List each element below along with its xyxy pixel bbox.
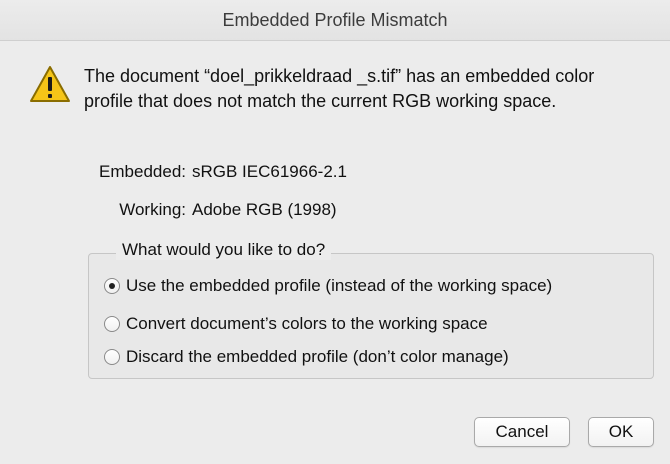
option-convert-colors-label: Convert document’s colors to the working… bbox=[126, 314, 488, 333]
mismatch-message: The document “doel_prikkeldraad _s.tif” … bbox=[84, 66, 595, 111]
option-discard-profile[interactable]: Discard the embedded profile (don’t colo… bbox=[104, 345, 509, 369]
ok-button[interactable]: OK bbox=[588, 417, 654, 447]
options-legend: What would you like to do? bbox=[116, 240, 332, 260]
embedded-value: sRGB IEC61966-2.1 bbox=[192, 162, 347, 181]
embedded-profile-mismatch-dialog: Embedded Profile Mismatch The document “… bbox=[0, 0, 670, 464]
radio-convert-colors[interactable] bbox=[104, 316, 120, 332]
dialog-title: Embedded Profile Mismatch bbox=[0, 0, 670, 41]
working-value: Adobe RGB (1998) bbox=[192, 200, 337, 219]
cancel-button[interactable]: Cancel bbox=[474, 417, 570, 447]
radio-discard-profile[interactable] bbox=[104, 349, 120, 365]
embedded-profile-row: Embedded: sRGB IEC61966-2.1 bbox=[84, 162, 347, 182]
option-use-embedded-label: Use the embedded profile (instead of the… bbox=[126, 276, 553, 295]
warning-icon bbox=[30, 66, 70, 102]
embedded-label: Embedded: bbox=[99, 162, 186, 181]
option-discard-profile-label: Discard the embedded profile (don’t colo… bbox=[126, 347, 509, 366]
option-convert-colors[interactable]: Convert document’s colors to the working… bbox=[104, 312, 488, 336]
option-use-embedded[interactable]: Use the embedded profile (instead of the… bbox=[104, 274, 552, 298]
working-profile-row: Working: Adobe RGB (1998) bbox=[84, 200, 337, 220]
radio-use-embedded[interactable] bbox=[104, 278, 120, 294]
working-label: Working: bbox=[119, 200, 186, 219]
